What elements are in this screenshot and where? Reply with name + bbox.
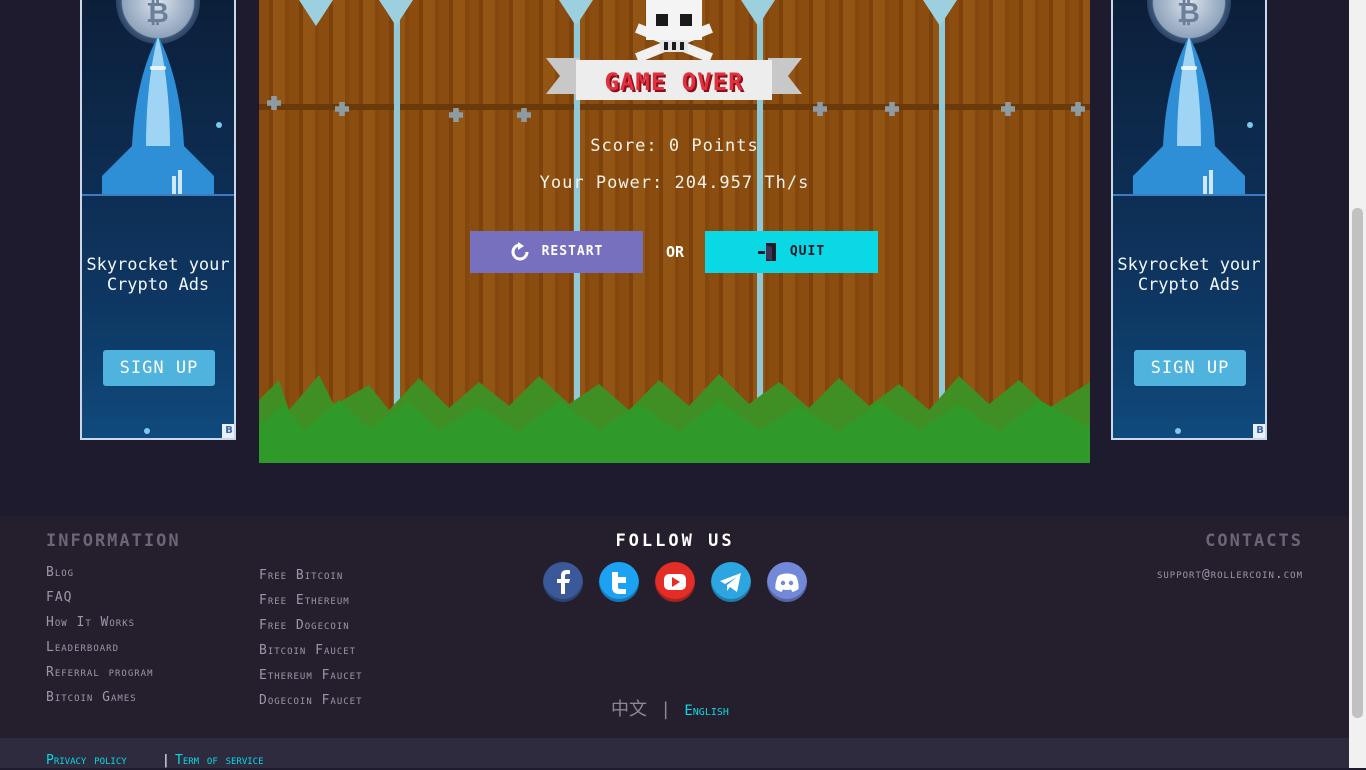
ad-text: Skyrocket your Crypto Ads [1117, 255, 1261, 295]
footer-link-how-it-works[interactable]: How It Works [46, 610, 154, 635]
site-footer: INFORMATION Blog FAQ How It Works Leader… [0, 516, 1349, 738]
footer-link-free-ethereum[interactable]: Free Ethereum [259, 588, 363, 613]
telegram-icon[interactable] [711, 562, 751, 602]
restart-icon [511, 241, 529, 260]
rocket-icon [102, 36, 214, 196]
footer-link-free-dogecoin[interactable]: Free Dogecoin [259, 613, 363, 638]
restart-button[interactable]: RESTART [470, 231, 643, 273]
contact-email-link[interactable]: support@rollercoin.com [1157, 564, 1303, 586]
footer-link-blog[interactable]: Blog [46, 560, 154, 585]
lang-chinese[interactable]: 中文 [611, 699, 647, 720]
facebook-icon[interactable] [543, 562, 583, 602]
rocket-icon [1133, 36, 1245, 196]
footer-link-bitcoin-faucet[interactable]: Bitcoin Faucet [259, 638, 363, 663]
footer-link-leaderboard[interactable]: Leaderboard [46, 635, 154, 660]
power-text: Your Power: 204.957 Th/s [539, 173, 810, 193]
star-dot [216, 122, 222, 128]
twitter-icon[interactable] [599, 562, 639, 602]
footer-link-referral[interactable]: Referral program [46, 660, 154, 685]
information-heading: INFORMATION [46, 531, 181, 551]
ad-signup-button[interactable]: SIGN UP [1134, 350, 1246, 386]
footer-link-free-bitcoin[interactable]: Free Bitcoin [259, 563, 363, 588]
lang-separator: | [662, 699, 669, 720]
youtube-icon[interactable] [655, 562, 695, 602]
ad-badge[interactable]: B [1253, 424, 1265, 438]
star-dot [144, 428, 150, 434]
contacts-heading: CONTACTS [1205, 531, 1303, 551]
discord-icon[interactable] [767, 562, 807, 602]
ad-text: Skyrocket your Crypto Ads [86, 255, 230, 295]
ad-banner-left[interactable]: ₿ Skyrocket your Crypto Ads SIGN UP B [80, 0, 236, 440]
star-dot [1175, 428, 1181, 434]
score-text: Score: 0 Points [590, 136, 759, 156]
footer-link-ethereum-faucet[interactable]: Ethereum Faucet [259, 663, 363, 688]
crypto-links: Free Bitcoin Free Ethereum Free Dogecoin… [259, 563, 363, 713]
bottom-separator: | [162, 753, 170, 768]
bottom-bar: Privacy policy | Term of service [0, 738, 1349, 768]
quit-button[interactable]: QUIT [705, 231, 878, 273]
game-canvas[interactable]: GAME OVER Score: 0 Points Your Power: 20… [259, 0, 1090, 463]
fence-post [939, 0, 945, 430]
info-links: Blog FAQ How It Works Leaderboard Referr… [46, 560, 154, 710]
or-label: OR [665, 243, 685, 261]
game-over-title: GAME OVER [604, 68, 744, 96]
lang-english[interactable]: English [684, 703, 729, 719]
fence-post [394, 0, 400, 430]
ad-horizon-line [1113, 194, 1265, 196]
terms-of-service-link[interactable]: Term of service [175, 752, 264, 770]
restart-label: RESTART [541, 244, 604, 259]
page-scrollbar[interactable] [1349, 0, 1366, 768]
ad-banner-right[interactable]: ₿ Skyrocket your Crypto Ads SIGN UP B [1111, 0, 1267, 440]
follow-us-heading: FOLLOW US [615, 531, 735, 551]
grass-strip [259, 374, 1090, 463]
ad-badge[interactable]: B [222, 424, 234, 438]
language-switcher: 中文 | English [611, 698, 729, 723]
privacy-policy-link[interactable]: Privacy policy [46, 752, 127, 770]
ad-horizon-line [82, 194, 234, 196]
star-dot [1247, 122, 1253, 128]
scrollbar-thumb[interactable] [1352, 208, 1363, 718]
footer-link-faq[interactable]: FAQ [46, 585, 154, 610]
quit-label: QUIT [789, 244, 826, 259]
footer-link-dogecoin-faucet[interactable]: Dogecoin Faucet [259, 688, 363, 713]
footer-link-bitcoin-games[interactable]: Bitcoin Games [46, 685, 154, 710]
exit-door-icon [757, 242, 776, 261]
ad-signup-button[interactable]: SIGN UP [103, 350, 215, 386]
fence-rail [259, 104, 1090, 110]
